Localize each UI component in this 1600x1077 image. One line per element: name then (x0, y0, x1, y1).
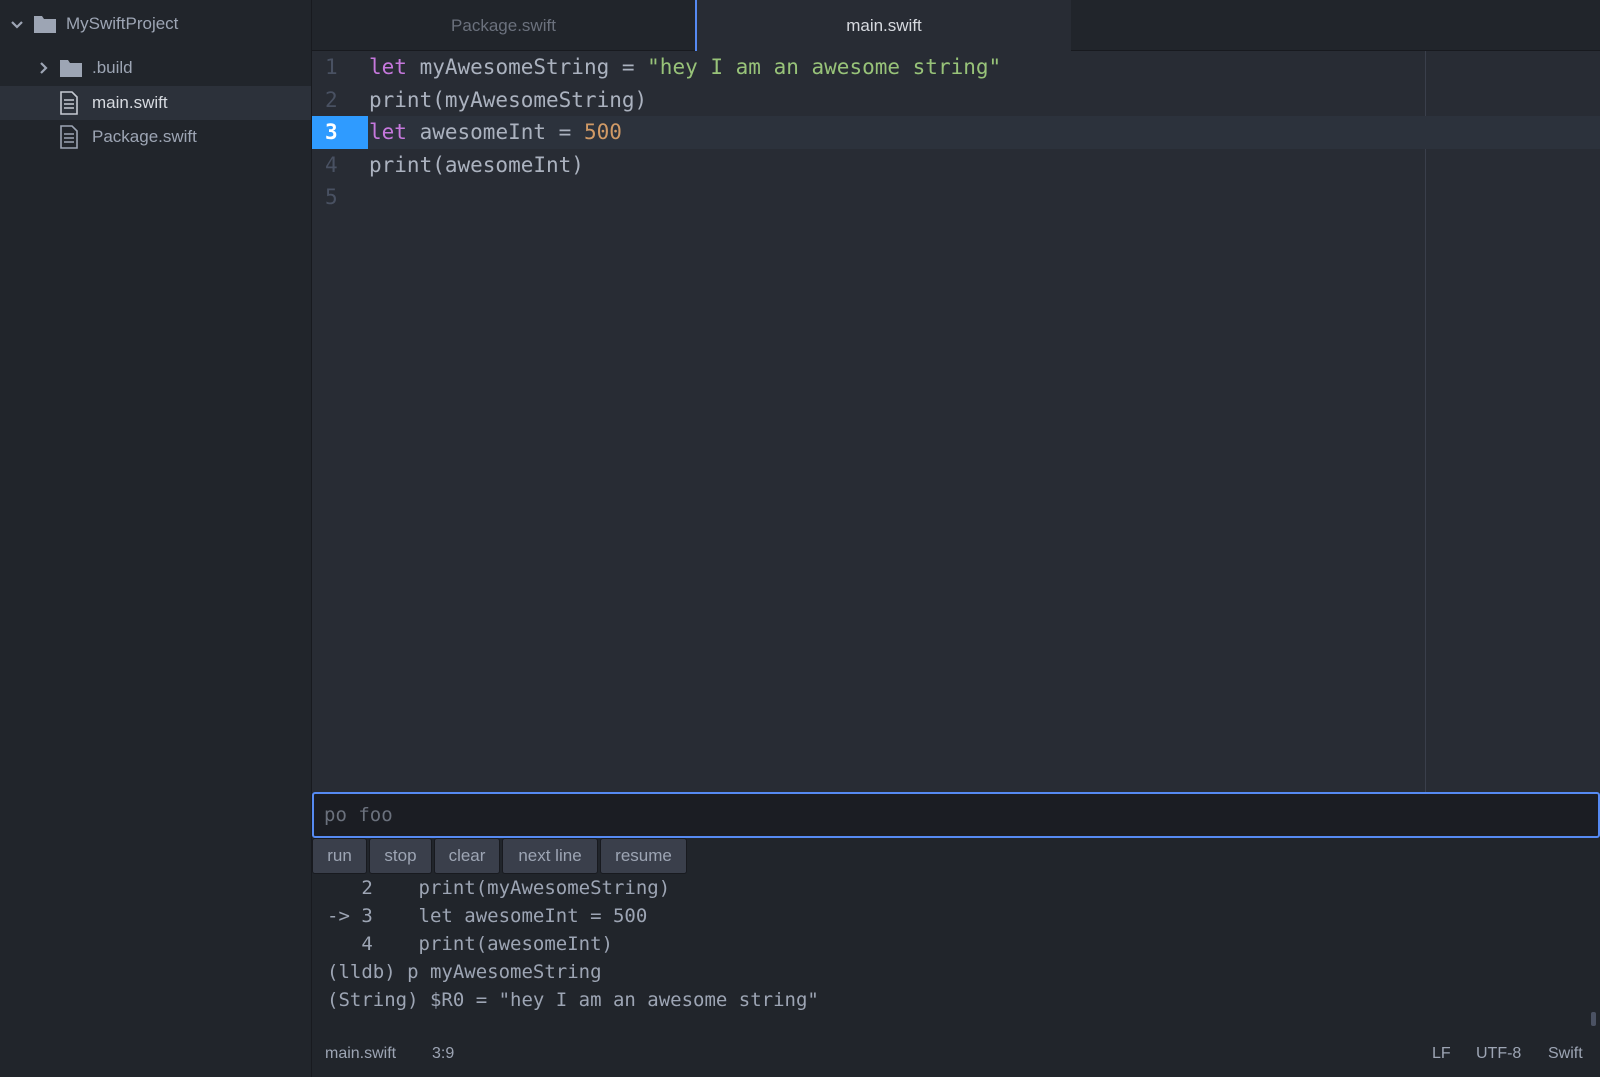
code-text: let myAwesomeString = "hey I am an aweso… (369, 51, 1001, 84)
status-bar: main.swift 3:9 LF UTF-8 Swift (312, 1032, 1600, 1077)
folder-icon (34, 16, 56, 33)
clear-button[interactable]: clear (434, 838, 500, 874)
console-line: -> 3 let awesomeInt = 500 (327, 905, 648, 927)
console-line: 4 print(awesomeInt) (327, 933, 613, 955)
line-number[interactable]: 5 (312, 181, 368, 214)
resume-button[interactable]: resume (600, 838, 687, 874)
status-grammar[interactable]: Swift (1548, 1032, 1583, 1077)
tree-item-main-swift[interactable]: main.swift (0, 86, 311, 120)
tree-item-label: .build (92, 58, 133, 77)
code-line[interactable]: 1 let myAwesomeString = "hey I am an awes… (312, 51, 1600, 84)
file-text-icon (60, 125, 78, 149)
code-line[interactable]: 2 print(myAwesomeString) (312, 84, 1600, 117)
tree-item-label: Package.swift (92, 127, 197, 146)
code-text: print(awesomeInt) (369, 149, 584, 182)
line-number[interactable]: 4 (312, 149, 368, 182)
tab-label: Package.swift (451, 15, 556, 35)
folder-icon (60, 60, 82, 77)
run-button[interactable]: run (312, 838, 367, 874)
tree-root-project[interactable]: MySwiftProject (0, 7, 311, 41)
code-token: myAwesomeString = (406, 55, 648, 79)
line-number[interactable]: 2 (312, 84, 368, 117)
debugger-command-input[interactable] (314, 794, 1598, 836)
code-token: awesomeInt = (406, 120, 584, 144)
tree-view: MySwiftProject .build main.swift Package… (0, 0, 312, 1077)
code-editor[interactable]: 1 let myAwesomeString = "hey I am an awes… (312, 51, 1600, 792)
code-line[interactable]: 5 (312, 181, 1600, 214)
status-file-path[interactable]: main.swift (325, 1032, 396, 1077)
tree-item-package-swift[interactable]: Package.swift (0, 120, 311, 154)
next-line-button[interactable]: next line (502, 838, 598, 874)
status-cursor-position[interactable]: 3:9 (432, 1032, 454, 1077)
tree-item-label: main.swift (92, 93, 168, 112)
stop-button[interactable]: stop (369, 838, 432, 874)
line-number[interactable]: 3 (312, 116, 368, 149)
keyword-token: let (369, 120, 407, 144)
code-token: print(awesomeInt) (369, 152, 584, 177)
console-line: 2 print(myAwesomeString) (327, 877, 671, 899)
tab-main-swift[interactable]: main.swift (695, 0, 1071, 51)
string-token: "hey I am an awesome string" (647, 55, 1002, 79)
console-line: (String) $R0 = "hey I am an awesome stri… (327, 989, 819, 1011)
code-line[interactable]: 4 print(awesomeInt) (312, 149, 1600, 182)
project-name: MySwiftProject (66, 14, 179, 33)
status-line-ending[interactable]: LF (1432, 1032, 1451, 1077)
code-token: print(myAwesomeString) (369, 87, 648, 112)
tab-label: main.swift (846, 15, 922, 35)
keyword-token: let (369, 55, 407, 79)
chevron-down-icon[interactable] (10, 18, 24, 32)
debugger-command-field (312, 792, 1600, 838)
console-scrollbar[interactable] (1591, 1012, 1596, 1026)
tree-item-build-folder[interactable]: .build (0, 51, 311, 85)
code-line[interactable]: 3 let awesomeInt = 500 (312, 116, 1600, 149)
code-text: let awesomeInt = 500 (369, 116, 622, 149)
debugger-console-output: 2 print(myAwesomeString) -> 3 let awesom… (312, 874, 1600, 1024)
console-line: (lldb) p myAwesomeString (327, 961, 602, 983)
number-token: 500 (583, 120, 622, 144)
code-text: print(myAwesomeString) (369, 84, 647, 117)
status-encoding[interactable]: UTF-8 (1476, 1032, 1521, 1077)
tab-bar: Package.swift main.swift (312, 0, 1600, 51)
tab-package-swift[interactable]: Package.swift (312, 0, 695, 51)
chevron-right-icon[interactable] (37, 61, 51, 75)
file-text-icon (60, 91, 78, 115)
line-number[interactable]: 1 (312, 51, 368, 84)
